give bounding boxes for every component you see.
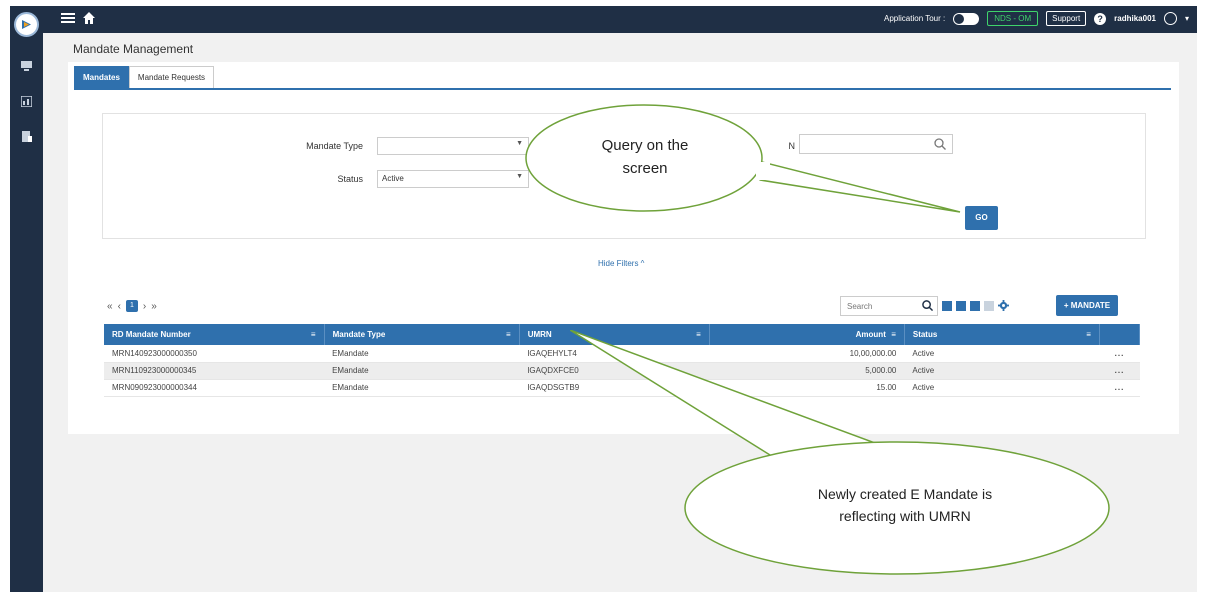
tab-mandate-requests[interactable]: Mandate Requests: [128, 66, 215, 88]
user-avatar-icon[interactable]: [1163, 12, 1177, 25]
grid-view-icon[interactable]: [984, 300, 994, 311]
menu-icon[interactable]: [61, 12, 75, 24]
mandate-number-cell: MRN110923000000345: [104, 362, 325, 380]
tab-mandates[interactable]: Mandates: [74, 66, 129, 88]
first-page-button[interactable]: «: [107, 301, 113, 312]
export-icon[interactable]: [942, 300, 952, 311]
prev-page-button[interactable]: ‹: [118, 301, 121, 312]
top-bar: Application Tour : NDS - OM Support ? ra…: [43, 6, 1197, 33]
query-callout-text: Query on the screen: [601, 137, 689, 177]
column-header[interactable]: RD Mandate Number ≡: [104, 324, 325, 345]
status-value: Active: [382, 174, 404, 183]
username[interactable]: radhika001: [1114, 14, 1156, 23]
mandate-type-label: Mandate Type: [306, 141, 363, 151]
list-view-icon[interactable]: [956, 300, 966, 311]
mandate-number-cell: MRN090923000000344: [104, 379, 325, 397]
compact-view-icon[interactable]: [970, 300, 980, 311]
search-icon[interactable]: [922, 300, 933, 311]
status-label: Status: [337, 174, 363, 184]
last-page-button[interactable]: »: [151, 301, 157, 312]
documents-icon[interactable]: [21, 131, 32, 142]
tab-underline: [74, 88, 1171, 90]
app-tour-toggle[interactable]: [953, 12, 980, 25]
add-mandate-button[interactable]: + MANDATE: [1056, 295, 1118, 316]
environment-tag: NDS - OM: [987, 11, 1039, 26]
help-icon[interactable]: ?: [1094, 12, 1107, 25]
umrn-callout: [570, 330, 1110, 575]
column-menu-icon[interactable]: ≡: [311, 330, 316, 339]
mandate-type-cell: EMandate: [324, 379, 520, 397]
mandate-type-cell: EMandate: [324, 345, 520, 363]
app-tour-label: Application Tour :: [884, 14, 946, 23]
next-page-button[interactable]: ›: [143, 301, 146, 312]
support-button[interactable]: Support: [1046, 11, 1087, 26]
page-title: Mandate Management: [73, 42, 194, 56]
pagination: « ‹ 1 › »: [107, 300, 157, 312]
settings-icon[interactable]: [998, 300, 1009, 311]
mandate-number-cell: MRN140923000000350: [104, 345, 325, 363]
sidebar: [10, 6, 43, 592]
mandate-type-select[interactable]: ▼: [377, 137, 529, 155]
home-icon[interactable]: [83, 12, 95, 24]
tab-bar: Mandates Mandate Requests: [74, 66, 215, 88]
umrn-callout-text: Newly created E Mandate is reflecting wi…: [817, 486, 993, 524]
status-select[interactable]: Active ▼: [377, 170, 529, 188]
table-tools: [942, 300, 1009, 311]
table-search-input[interactable]: Search: [840, 296, 938, 316]
column-menu-icon[interactable]: ≡: [506, 330, 511, 339]
current-page[interactable]: 1: [125, 300, 138, 312]
mandate-type-cell: EMandate: [324, 362, 520, 380]
column-header[interactable]: Mandate Type ≡: [324, 324, 520, 345]
search-placeholder: Search: [847, 302, 873, 311]
chevron-down-icon[interactable]: ▾: [1185, 14, 1189, 23]
dashboard-icon[interactable]: [21, 60, 32, 71]
hide-filters-link[interactable]: Hide Filters ^: [598, 259, 644, 268]
app-logo[interactable]: [14, 12, 39, 37]
reports-icon[interactable]: [21, 96, 32, 107]
